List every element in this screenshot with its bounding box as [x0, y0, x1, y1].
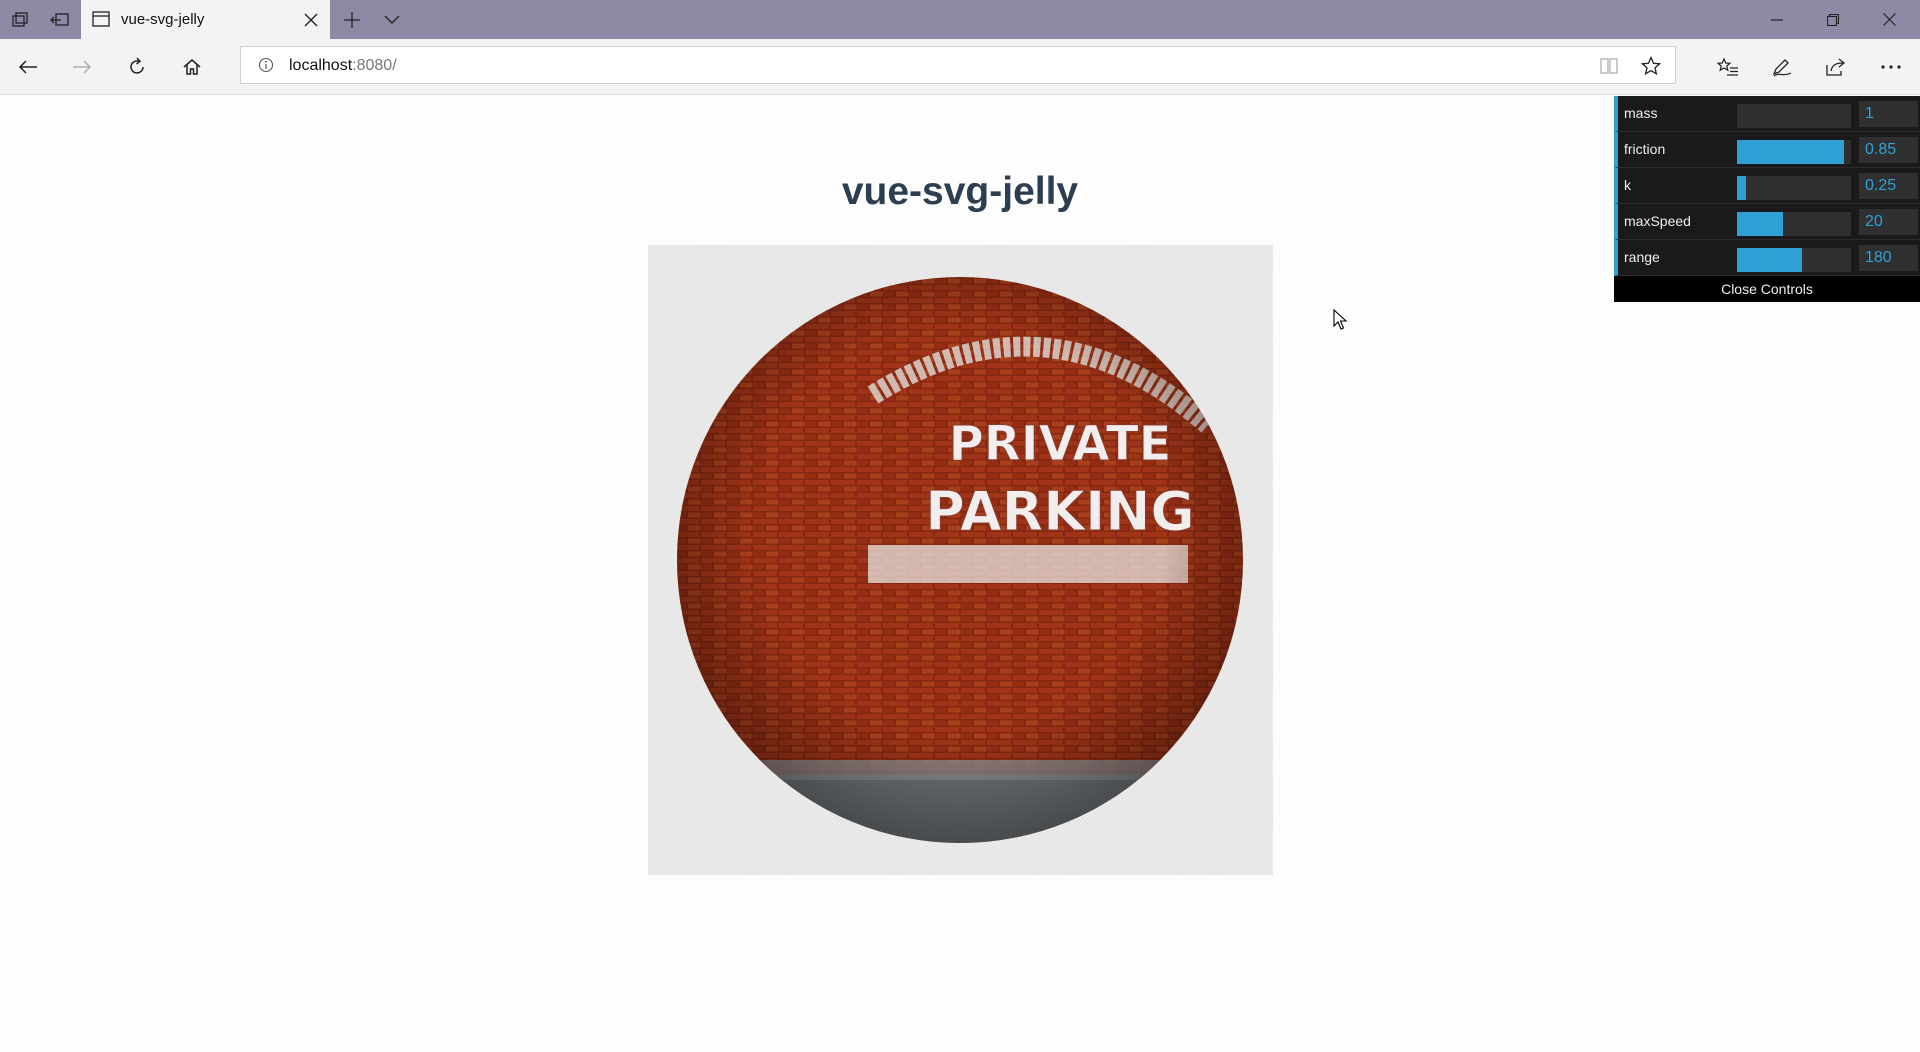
- refresh-icon: [130, 57, 144, 74]
- url-host: localhost: [289, 57, 353, 74]
- control-row-maxspeed: maxSpeed 20: [1614, 204, 1920, 240]
- control-row-k: k 0.25: [1614, 168, 1920, 204]
- friction-slider[interactable]: [1737, 140, 1851, 164]
- refresh-button[interactable]: [117, 47, 157, 87]
- friction-value-input[interactable]: 0.85: [1859, 137, 1918, 163]
- close-icon: [1882, 13, 1896, 26]
- maxspeed-slider-fill: [1737, 212, 1783, 236]
- arrow-right-icon: [73, 60, 92, 74]
- mouse-cursor-icon: [1333, 309, 1348, 330]
- close-icon: [304, 13, 318, 27]
- tabs-aside-icon: [12, 11, 28, 27]
- minimize-button[interactable]: [1749, 0, 1805, 39]
- tab-close-button[interactable]: [300, 9, 322, 31]
- more-menu-button[interactable]: [1871, 47, 1911, 87]
- k-value-input[interactable]: 0.25: [1859, 173, 1918, 199]
- mass-slider[interactable]: [1737, 104, 1851, 128]
- jelly-image[interactable]: PRIVATE PARKING: [648, 245, 1273, 875]
- close-window-button[interactable]: [1861, 0, 1917, 39]
- controls-panel: mass 1 friction 0.85 k 0.25 maxSpeed 20 …: [1614, 96, 1920, 302]
- k-slider[interactable]: [1737, 176, 1851, 200]
- navigation-bar: localhost:8080/: [0, 39, 1920, 95]
- reading-view-button[interactable]: [1595, 52, 1623, 80]
- forward-button[interactable]: [62, 47, 102, 87]
- maxspeed-slider[interactable]: [1737, 212, 1851, 236]
- control-label-maxspeed: maxSpeed: [1624, 213, 1691, 229]
- set-aside-icon: [50, 12, 69, 26]
- maxspeed-value-input[interactable]: 20: [1859, 209, 1918, 235]
- info-icon: [258, 57, 274, 73]
- page-icon: [92, 11, 110, 27]
- share-button[interactable]: [1816, 47, 1856, 87]
- minimize-icon: [1771, 18, 1783, 21]
- restore-button[interactable]: [1805, 0, 1861, 39]
- home-icon: [183, 59, 201, 75]
- set-tabs-aside-button[interactable]: [40, 0, 80, 39]
- tab-preview-button[interactable]: [372, 0, 412, 39]
- control-label-friction: friction: [1624, 141, 1666, 157]
- control-label-range: range: [1624, 249, 1660, 265]
- new-tab-button[interactable]: [332, 0, 372, 39]
- brick-wall-photo: [677, 277, 1243, 843]
- pen-icon: [1772, 59, 1792, 77]
- back-button[interactable]: [8, 47, 48, 87]
- range-slider-fill: [1737, 248, 1802, 272]
- control-label-k: k: [1624, 177, 1631, 193]
- jelly-image-container[interactable]: PRIVATE PARKING: [648, 245, 1273, 875]
- friction-slider-fill: [1737, 140, 1845, 164]
- image-text-line-1: PRIVATE: [949, 416, 1172, 472]
- mass-value-input[interactable]: 1: [1859, 101, 1918, 127]
- range-value-input[interactable]: 180: [1859, 245, 1918, 271]
- notes-button[interactable]: [1762, 47, 1802, 87]
- share-icon: [1826, 58, 1846, 76]
- control-row-range: range 180: [1614, 240, 1920, 276]
- favorites-list-icon: [1717, 57, 1738, 76]
- tab-title: vue-svg-jelly: [121, 11, 205, 28]
- control-label-mass: mass: [1624, 105, 1658, 121]
- arrow-left-icon: [18, 60, 37, 74]
- favorite-button[interactable]: [1637, 52, 1665, 80]
- url-text: localhost:8080/: [289, 57, 397, 75]
- control-row-mass: mass 1: [1614, 96, 1920, 132]
- book-icon: [1600, 58, 1618, 74]
- close-controls-button[interactable]: Close Controls: [1614, 276, 1920, 302]
- restore-icon: [1827, 13, 1839, 26]
- home-button[interactable]: [172, 47, 212, 87]
- favorites-hub-button[interactable]: [1708, 47, 1748, 87]
- url-port: :8080/: [352, 57, 397, 74]
- address-bar[interactable]: localhost:8080/: [240, 46, 1676, 84]
- range-slider[interactable]: [1737, 248, 1851, 272]
- tab-actions-button[interactable]: [0, 0, 40, 39]
- image-text-line-2: PARKING: [925, 480, 1194, 543]
- title-bar: vue-svg-jelly: [0, 0, 1920, 39]
- control-row-friction: friction 0.85: [1614, 132, 1920, 168]
- browser-tab[interactable]: vue-svg-jelly: [81, 0, 330, 39]
- more-icon: [1881, 65, 1901, 69]
- chevron-down-icon: [384, 15, 400, 24]
- plus-icon: [344, 11, 360, 28]
- star-icon: [1641, 56, 1661, 76]
- k-slider-fill: [1737, 176, 1747, 200]
